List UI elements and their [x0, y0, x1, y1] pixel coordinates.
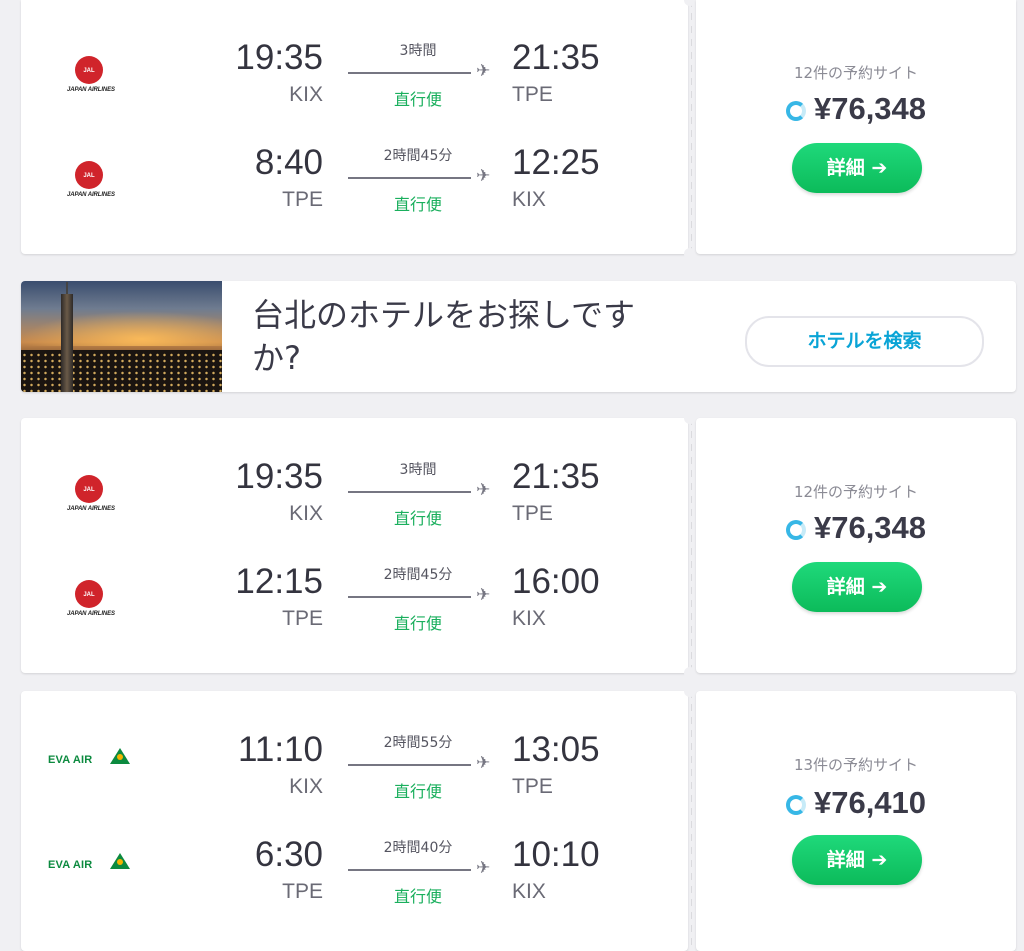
plane-icon: ✈ [476, 61, 491, 81]
flight-line [348, 72, 471, 74]
arrival-time: 10:10 [512, 835, 600, 874]
duration: 3時間 [399, 43, 437, 59]
arrival-time: 12:25 [512, 143, 600, 182]
loading-icon [785, 101, 806, 121]
outbound-leg: JAPAN AIRLINES 19:35 KIX 3時間 ✈ 直行便 21:35… [21, 457, 688, 547]
departure-airport: KIX [289, 775, 323, 798]
duration: 2時間45分 [383, 148, 453, 164]
jal-logo: JAPAN AIRLINES [54, 562, 128, 622]
notch [684, 685, 696, 697]
result-card: JAPAN AIRLINES 19:35 KIX 3時間 ✈ 直行便 21:35… [21, 0, 1016, 260]
arrival-airport: TPE [512, 502, 553, 525]
plane-icon: ✈ [476, 166, 491, 186]
departure-airport: KIX [289, 502, 323, 525]
jal-logo: JAPAN AIRLINES [54, 143, 128, 203]
departure-time: 12:15 [235, 562, 323, 601]
price: ¥76,348 [696, 91, 1016, 127]
flight-line [348, 491, 471, 493]
stops-label: 直行便 [393, 195, 442, 214]
departure-airport: KIX [289, 83, 323, 106]
arrival-time: 21:35 [512, 457, 600, 496]
flight-line [348, 596, 471, 598]
arrival-time: 16:00 [512, 562, 600, 601]
stops-label: 直行便 [393, 614, 442, 633]
departure-time: 8:40 [254, 143, 323, 182]
ticket-divider [688, 418, 696, 673]
booking-sites-count: 13件の予約サイト [793, 756, 919, 774]
price-panel: 12件の予約サイト ¥76,348 詳細 ➔ [696, 0, 1016, 254]
notch [684, 412, 696, 424]
stops-label: 直行便 [393, 90, 442, 109]
departure-time: 6:30 [254, 835, 323, 874]
departure-time: 19:35 [235, 38, 323, 77]
arrival-airport: KIX [512, 880, 546, 903]
price: ¥76,348 [696, 510, 1016, 546]
return-leg: EVA AIR 6:30 TPE 2時間40分 ✈ 直行便 10:10 KIX [21, 835, 688, 925]
flight-line [348, 869, 471, 871]
departure-airport: TPE [282, 188, 323, 211]
arrival-airport: KIX [512, 607, 546, 630]
departure-time: 19:35 [235, 457, 323, 496]
arrival-time: 13:05 [512, 730, 600, 769]
flight-line [348, 177, 471, 179]
loading-icon [785, 795, 806, 815]
result-card: EVA AIR 11:10 KIX 2時間55分 ✈ 直行便 13:05 TPE… [21, 685, 1016, 951]
flight-line [348, 764, 471, 766]
arrival-airport: TPE [512, 775, 553, 798]
outbound-leg: JAPAN AIRLINES 19:35 KIX 3時間 ✈ 直行便 21:35… [21, 38, 688, 128]
notch [684, 667, 696, 679]
booking-sites-count: 12件の予約サイト [793, 483, 919, 501]
duration: 2時間45分 [383, 567, 453, 583]
departure-airport: TPE [282, 880, 323, 903]
duration: 3時間 [399, 462, 437, 478]
duration: 2時間55分 [383, 735, 453, 751]
taipei-skyline-image [21, 281, 222, 392]
jal-logo: JAPAN AIRLINES [54, 457, 128, 517]
details-button[interactable]: 詳細 ➔ [792, 143, 922, 193]
return-leg: JAPAN AIRLINES 8:40 TPE 2時間45分 ✈ 直行便 12:… [21, 143, 688, 233]
outbound-leg: EVA AIR 11:10 KIX 2時間55分 ✈ 直行便 13:05 TPE [21, 730, 688, 820]
arrival-time: 21:35 [512, 38, 600, 77]
hotel-banner: 台北のホテルをお探しですか? ホテルを検索 [21, 281, 1016, 392]
itinerary-panel[interactable]: JAPAN AIRLINES 19:35 KIX 3時間 ✈ 直行便 21:35… [21, 418, 688, 673]
stops-label: 直行便 [393, 782, 442, 801]
details-button[interactable]: 詳細 ➔ [792, 835, 922, 885]
return-leg: JAPAN AIRLINES 12:15 TPE 2時間45分 ✈ 直行便 16… [21, 562, 688, 652]
plane-icon: ✈ [476, 585, 491, 605]
arrival-airport: TPE [512, 83, 553, 106]
notch [684, 248, 696, 260]
price: ¥76,410 [696, 785, 1016, 821]
jal-logo: JAPAN AIRLINES [54, 38, 128, 98]
itinerary-panel[interactable]: JAPAN AIRLINES 19:35 KIX 3時間 ✈ 直行便 21:35… [21, 0, 688, 254]
search-hotels-button[interactable]: ホテルを検索 [745, 316, 984, 367]
eva-air-logo: EVA AIR [48, 835, 130, 895]
hotel-banner-text: 台北のホテルをお探しですか? [252, 296, 636, 377]
stops-label: 直行便 [393, 509, 442, 528]
booking-sites-count: 12件の予約サイト [793, 64, 919, 82]
plane-icon: ✈ [476, 480, 491, 500]
result-card: JAPAN AIRLINES 19:35 KIX 3時間 ✈ 直行便 21:35… [21, 412, 1016, 679]
stops-label: 直行便 [393, 887, 442, 906]
eva-air-logo: EVA AIR [48, 730, 130, 790]
departure-time: 11:10 [238, 730, 323, 769]
departure-airport: TPE [282, 607, 323, 630]
loading-icon [785, 520, 806, 540]
arrival-airport: KIX [512, 188, 546, 211]
duration: 2時間40分 [383, 840, 453, 856]
itinerary-panel[interactable]: EVA AIR 11:10 KIX 2時間55分 ✈ 直行便 13:05 TPE… [21, 691, 688, 951]
price-panel: 12件の予約サイト ¥76,348 詳細 ➔ [696, 418, 1016, 673]
ticket-divider [688, 691, 696, 951]
price-panel: 13件の予約サイト ¥76,410 詳細 ➔ [696, 691, 1016, 951]
details-button[interactable]: 詳細 ➔ [792, 562, 922, 612]
ticket-divider [688, 0, 696, 254]
plane-icon: ✈ [476, 753, 491, 773]
plane-icon: ✈ [476, 858, 491, 878]
